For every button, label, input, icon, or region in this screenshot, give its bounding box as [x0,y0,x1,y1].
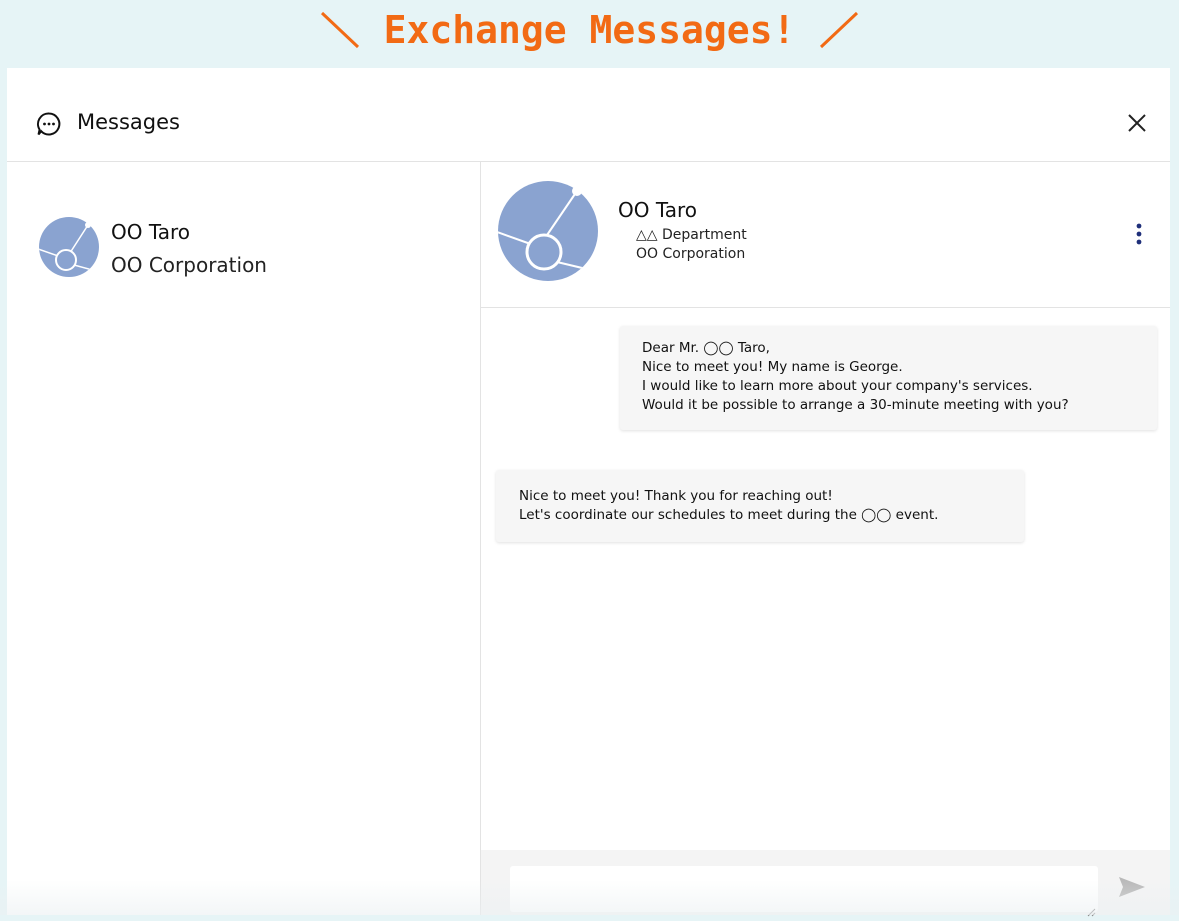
right-slash-decoration [817,9,861,51]
send-button[interactable] [1118,876,1146,898]
message-input[interactable] [510,866,1098,912]
close-button[interactable] [1126,112,1148,134]
panel-header: Messages [7,68,1170,162]
send-icon [1119,877,1145,897]
promo-banner: Exchange Messages! [0,0,1179,60]
more-vertical-icon [1136,223,1142,245]
message-line: Would it be possible to arrange a 30-min… [642,397,1069,413]
resize-handle-icon[interactable] [1086,902,1096,917]
contact-name: OO Taro [111,220,191,244]
chat-contact-name: OO Taro [618,198,698,222]
banner-text: Exchange Messages! [383,8,796,52]
left-slash-decoration [318,9,362,51]
contact-item[interactable]: OO Taro OO Corporation [7,162,480,282]
avatar [38,216,100,278]
message-line: Nice to meet you! Thank you for reaching… [519,488,833,504]
chat-contact-department: △△ Department [636,227,747,243]
outgoing-message: Dear Mr. ◯◯ Taro, Nice to meet you! My n… [620,326,1157,430]
more-options-button[interactable] [1134,222,1144,248]
avatar [497,180,599,282]
incoming-message: Nice to meet you! Thank you for reaching… [496,470,1024,542]
chat-header: OO Taro △△ Department OO Corporation [481,162,1170,308]
chat-bubble-icon [36,111,62,137]
message-line: Let's coordinate our schedules to meet d… [519,507,939,523]
chat-contact-company: OO Corporation [636,246,746,262]
messages-panel: Messages OO Taro OO Corporation OO Taro … [7,68,1170,917]
message-line: Nice to meet you! My name is George. [642,359,903,375]
contact-company: OO Corporation [111,253,267,277]
close-icon [1128,114,1146,132]
panel-title: Messages [77,110,180,134]
contact-list: OO Taro OO Corporation [7,162,481,915]
message-composer [481,850,1170,917]
message-line: Dear Mr. ◯◯ Taro, [642,340,770,356]
message-line: I would like to learn more about your co… [642,378,1033,394]
message-thread: Dear Mr. ◯◯ Taro, Nice to meet you! My n… [481,308,1170,850]
